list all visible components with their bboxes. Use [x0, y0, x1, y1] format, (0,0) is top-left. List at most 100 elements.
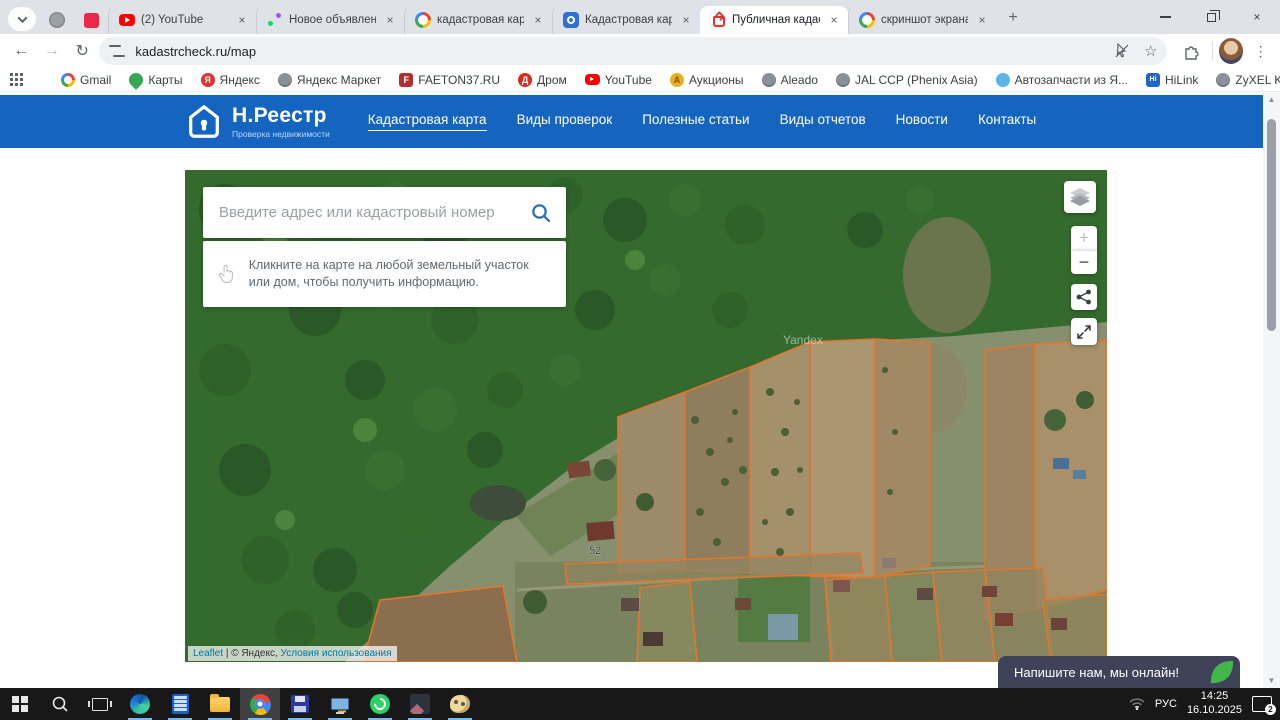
back-button[interactable]: ← [8, 37, 34, 65]
close-icon[interactable]: × [530, 12, 546, 28]
close-icon[interactable]: × [382, 12, 398, 28]
tab-search-button[interactable] [8, 7, 36, 31]
chat-widget[interactable]: Напишите нам, мы онлайн! [998, 656, 1240, 688]
tab-title: кадастровая карта ивано [437, 14, 524, 26]
bookmark-youtube[interactable]: YouTube [584, 73, 652, 87]
tab-google-search-screenshot[interactable]: скриншот экрана - Поис × [848, 6, 996, 34]
taskbar-file-explorer[interactable] [200, 688, 240, 720]
search-icon[interactable] [530, 202, 552, 224]
zoom-in-button[interactable]: + [1071, 226, 1097, 250]
nav-check-types[interactable]: Виды проверок [517, 112, 613, 131]
taskbar-edge[interactable] [120, 688, 160, 720]
close-icon[interactable]: × [678, 12, 694, 28]
address-bar[interactable]: kadastrcheck.ru/map ☆ [99, 37, 1168, 65]
taskbar-whatsapp[interactable] [360, 688, 400, 720]
close-icon[interactable]: × [234, 12, 250, 28]
page-scrollbar[interactable]: ▲ ▼ [1263, 93, 1280, 688]
taskbar-photos-app[interactable] [400, 688, 440, 720]
leaflet-link[interactable]: Leaflet [193, 648, 223, 659]
bookmark-star-icon[interactable]: ☆ [1144, 42, 1157, 60]
bookmark-maps[interactable]: Карты [126, 69, 183, 90]
bookmark-hilink[interactable]: Hi HiLink [1146, 72, 1199, 87]
bookmark-jal-ccp[interactable]: JAL CCP (Phenix Asia) [835, 72, 978, 87]
time-text: 14:25 [1200, 690, 1229, 703]
taskbar-save-app[interactable] [280, 688, 320, 720]
tab-public-cadastral-active[interactable]: Публичная кадастровая × [700, 6, 848, 34]
nav-report-types[interactable]: Виды отчетов [780, 112, 866, 131]
scroll-up-arrow[interactable]: ▲ [1263, 93, 1280, 107]
browser-tab-strip: (2) YouTube × Новое объявление — О × кад… [0, 0, 1280, 34]
nav-cadastral-map[interactable]: Кадастровая карта [367, 112, 487, 131]
search-input[interactable] [219, 204, 530, 221]
bookmark-yandex[interactable]: Я Яндекс [200, 72, 260, 87]
task-view-button[interactable] [80, 688, 120, 720]
layers-button[interactable] [1064, 181, 1096, 213]
toolbar-divider [1211, 42, 1213, 60]
forward-button[interactable]: → [38, 37, 64, 65]
calculator-icon [171, 694, 189, 714]
reload-button[interactable]: ↻ [69, 37, 95, 65]
terms-link[interactable]: Условия использования [281, 648, 392, 659]
close-window-button[interactable]: × [1234, 0, 1280, 34]
wifi-icon[interactable] [1129, 698, 1145, 710]
new-tab-button[interactable]: + [1000, 5, 1026, 31]
bookmark-faeton[interactable]: F FAETON37.RU [399, 72, 501, 87]
bookmark-label: HiLink [1165, 72, 1199, 87]
bookmark-drom[interactable]: Д Дром [518, 72, 567, 87]
google-icon [859, 12, 875, 28]
restore-button[interactable] [1188, 0, 1234, 34]
bookmark-gmail[interactable]: Gmail [61, 72, 111, 87]
notification-badge: 2 [1265, 704, 1276, 715]
minimize-button[interactable] [1142, 0, 1188, 34]
extensions-icon[interactable] [1177, 36, 1205, 66]
nav-news[interactable]: Новости [896, 112, 948, 131]
bookmark-zyxel[interactable]: ZyXEL Keenetic Om... [1216, 72, 1280, 87]
taskbar-paint-app[interactable] [440, 688, 480, 720]
bookmark-yandex-market[interactable]: Яндекс Маркет [277, 72, 381, 87]
bookmark-auctions[interactable]: А Аукционы [669, 72, 744, 87]
scrollbar-thumb[interactable] [1267, 119, 1276, 331]
clock[interactable]: 14:25 16.10.2025 [1187, 690, 1242, 718]
tab-cadastral-map-site[interactable]: Кадастровая карта: Ива × [552, 6, 700, 34]
site-settings-icon[interactable] [109, 45, 126, 57]
bookmark-label: FAETON37.RU [418, 72, 501, 87]
fullscreen-button[interactable] [1071, 318, 1097, 345]
share-button[interactable] [1071, 284, 1097, 310]
language-indicator[interactable]: РУС [1155, 698, 1177, 710]
close-icon[interactable]: × [826, 12, 842, 28]
menu-kebab-icon[interactable]: ⋮ [1249, 39, 1272, 63]
desktop-screen: (2) YouTube × Новое объявление — О × кад… [0, 0, 1280, 720]
bookmark-autoparts[interactable]: Автозапчасти из Я... [995, 72, 1129, 87]
paint-palette-icon [450, 695, 470, 713]
taskbar-calculator[interactable] [160, 688, 200, 720]
map-canvas[interactable]: Yandex 52 Кликните на карте на любой зем… [185, 170, 1107, 662]
tab-google-search-kadastr[interactable]: кадастровая карта ивано × [404, 6, 552, 34]
tab-youtube[interactable]: (2) YouTube × [108, 6, 256, 34]
scroll-down-arrow[interactable]: ▼ [1263, 674, 1280, 688]
tab-title: Кадастровая карта: Ива [585, 14, 672, 26]
close-icon[interactable]: × [974, 12, 990, 28]
profile-avatar[interactable] [1218, 38, 1244, 64]
bookmark-label: Автозапчасти из Я... [1014, 72, 1129, 87]
window-controls: × [1142, 0, 1280, 34]
notifications-icon[interactable]: 2 [1252, 696, 1276, 715]
tab-avito-ad[interactable]: Новое объявление — О × [256, 6, 404, 34]
drom-icon: Д [518, 72, 533, 87]
bookmark-aleado[interactable]: Aleado [761, 72, 818, 87]
nav-articles[interactable]: Полезные статьи [642, 112, 749, 131]
start-button[interactable] [0, 688, 40, 720]
apps-grid-icon[interactable] [10, 73, 23, 86]
site-logo[interactable]: Н.Реестр Проверка недвижимости [185, 103, 330, 141]
taskbar-my-computer[interactable] [320, 688, 360, 720]
chat-text: Напишите нам, мы онлайн! [1014, 664, 1180, 680]
taskbar-chrome-active[interactable] [240, 688, 280, 720]
date-text: 16.10.2025 [1186, 704, 1242, 716]
taskbar-search-button[interactable] [40, 688, 80, 720]
pinned-tab-globe[interactable] [40, 6, 74, 34]
nav-contacts[interactable]: Контакты [978, 112, 1036, 131]
pinned-tab-red-site[interactable] [74, 6, 108, 34]
zoom-out-button[interactable]: − [1071, 250, 1097, 274]
photos-icon [410, 694, 430, 714]
pointer-block-icon[interactable] [1114, 42, 1130, 59]
jivochat-leaf-icon [1210, 660, 1234, 684]
